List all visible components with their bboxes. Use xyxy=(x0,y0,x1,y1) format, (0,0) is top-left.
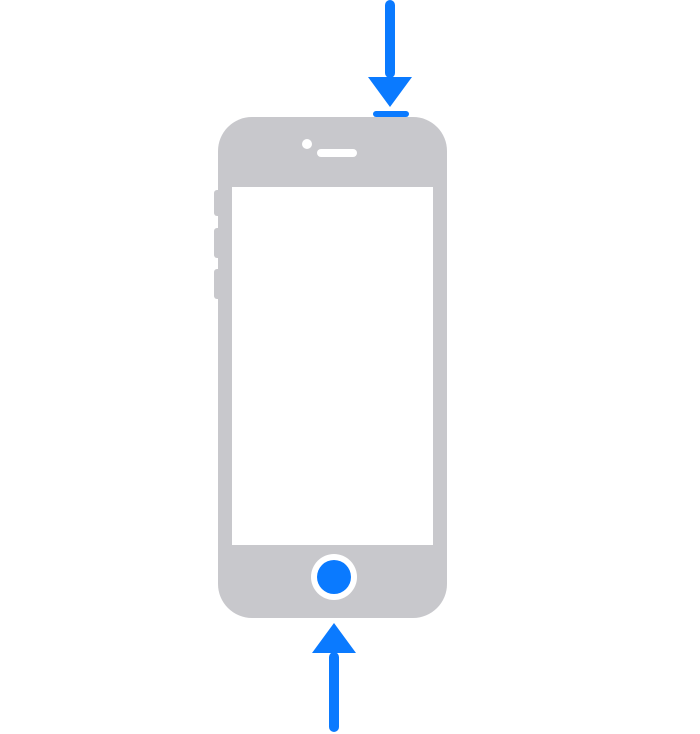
arrow-to-home-button xyxy=(312,623,356,732)
arrow-to-top-button xyxy=(380,0,400,78)
volume-up-button xyxy=(214,228,218,258)
arrow-head-icon xyxy=(312,623,356,653)
phone-screen xyxy=(232,187,433,545)
home-button-indicator xyxy=(317,560,351,594)
arrow-shaft xyxy=(329,652,339,732)
mute-switch xyxy=(214,190,218,216)
volume-down-button xyxy=(214,269,218,299)
arrow-shaft xyxy=(385,0,395,78)
diagram-stage xyxy=(0,0,700,734)
arrow-head-icon xyxy=(368,77,412,107)
front-camera-icon xyxy=(302,139,312,149)
phone-outline xyxy=(218,117,447,618)
earpiece-speaker-icon xyxy=(317,149,357,157)
top-button-indicator xyxy=(373,111,409,117)
